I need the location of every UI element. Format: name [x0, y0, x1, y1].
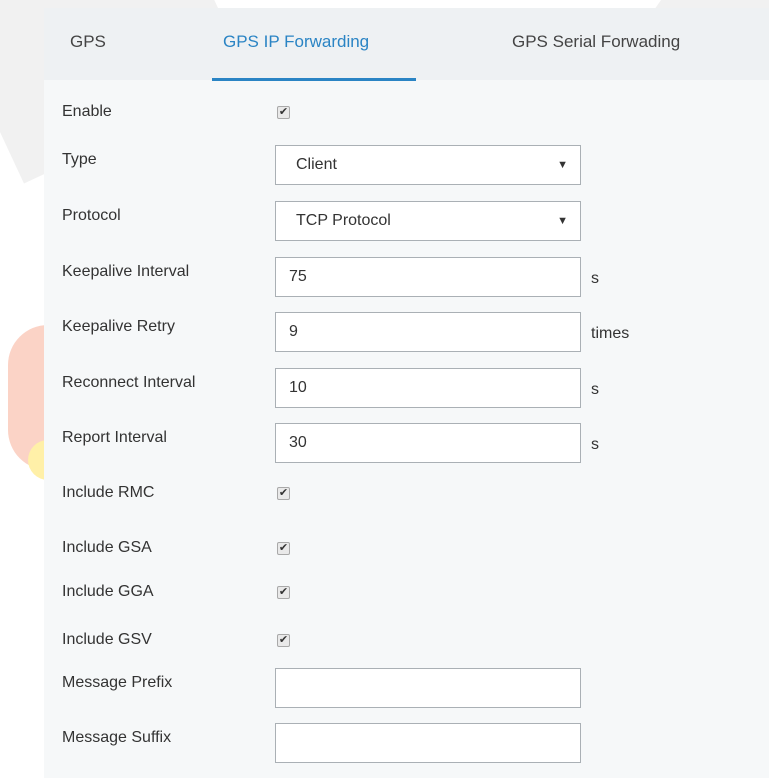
- reconnect-interval-row: Reconnect Interval 10 s: [44, 368, 769, 408]
- keepalive-retry-label: Keepalive Retry: [62, 318, 175, 335]
- type-row: Type Client ▼: [44, 145, 769, 185]
- chevron-down-icon: ▼: [557, 159, 568, 171]
- include-rmc-checkbox[interactable]: ✔: [277, 487, 290, 500]
- report-interval-unit: s: [591, 436, 599, 453]
- include-gga-row: Include GGA ✔: [44, 572, 769, 612]
- message-prefix-input[interactable]: [275, 668, 581, 708]
- include-gsa-label: Include GSA: [62, 539, 152, 556]
- enable-row: Enable ✔: [44, 92, 769, 132]
- message-suffix-input[interactable]: [275, 723, 581, 763]
- include-rmc-row: Include RMC ✔: [44, 473, 769, 513]
- keepalive-retry-row: Keepalive Retry 9 times: [44, 312, 769, 352]
- active-tab-indicator: [212, 78, 416, 81]
- include-gsv-row: Include GSV ✔: [44, 620, 769, 660]
- keepalive-interval-row: Keepalive Interval 75 s: [44, 257, 769, 297]
- protocol-row: Protocol TCP Protocol ▼: [44, 201, 769, 241]
- keepalive-interval-unit: s: [591, 270, 599, 287]
- tab-gps-ip-forwarding[interactable]: GPS IP Forwarding: [223, 8, 369, 80]
- include-rmc-label: Include RMC: [62, 484, 155, 501]
- report-interval-row: Report Interval 30 s: [44, 423, 769, 463]
- message-prefix-row: Message Prefix: [44, 668, 769, 708]
- reconnect-interval-label: Reconnect Interval: [62, 374, 196, 391]
- tab-gps-serial-forwarding[interactable]: GPS Serial Forwading: [512, 8, 680, 80]
- type-select[interactable]: Client ▼: [275, 145, 581, 185]
- keepalive-retry-input[interactable]: 9: [275, 312, 581, 352]
- include-gsa-row: Include GSA ✔: [44, 528, 769, 568]
- tab-gps[interactable]: GPS: [70, 8, 106, 80]
- keepalive-interval-label: Keepalive Interval: [62, 263, 190, 280]
- protocol-select[interactable]: TCP Protocol ▼: [275, 201, 581, 241]
- type-label: Type: [62, 151, 97, 168]
- include-gsv-checkbox[interactable]: ✔: [277, 634, 290, 647]
- enable-checkbox[interactable]: ✔: [277, 106, 290, 119]
- protocol-select-value: TCP Protocol: [296, 212, 391, 229]
- message-prefix-label: Message Prefix: [62, 674, 173, 691]
- include-gga-checkbox[interactable]: ✔: [277, 586, 290, 599]
- include-gsa-checkbox[interactable]: ✔: [277, 542, 290, 555]
- keepalive-interval-input[interactable]: 75: [275, 257, 581, 297]
- include-gga-label: Include GGA: [62, 583, 154, 600]
- gps-settings-panel: GPS GPS IP Forwarding GPS Serial Forwadi…: [44, 8, 769, 778]
- type-select-value: Client: [296, 156, 337, 173]
- tab-bar: GPS GPS IP Forwarding GPS Serial Forwadi…: [44, 8, 769, 81]
- reconnect-interval-input[interactable]: 10: [275, 368, 581, 408]
- protocol-label: Protocol: [62, 207, 121, 224]
- message-suffix-label: Message Suffix: [62, 729, 172, 746]
- chevron-down-icon: ▼: [557, 215, 568, 227]
- message-suffix-row: Message Suffix: [44, 723, 769, 763]
- enable-label: Enable: [62, 103, 112, 120]
- include-gsv-label: Include GSV: [62, 631, 152, 648]
- report-interval-label: Report Interval: [62, 429, 167, 446]
- keepalive-retry-unit: times: [591, 325, 630, 342]
- reconnect-interval-unit: s: [591, 381, 599, 398]
- report-interval-input[interactable]: 30: [275, 423, 581, 463]
